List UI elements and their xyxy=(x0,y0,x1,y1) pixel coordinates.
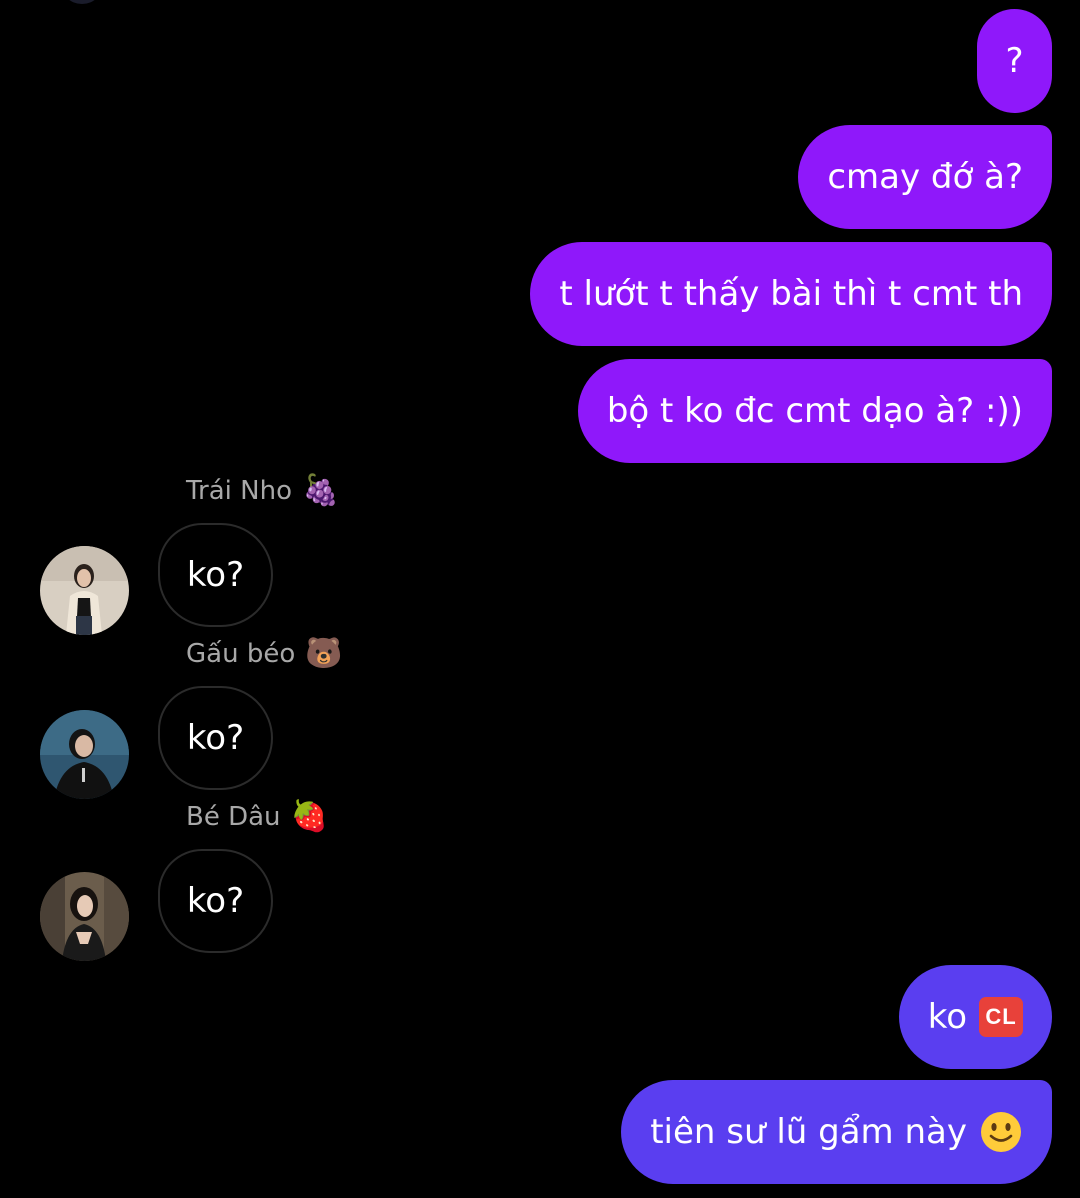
message-text: tiên sư lũ gẩm này xyxy=(650,1112,967,1152)
outgoing-message[interactable]: ko CL xyxy=(898,965,1052,1069)
avatar[interactable] xyxy=(40,872,129,961)
sender-name: Bé Dâu 🍓 xyxy=(186,799,328,834)
grapes-icon: 🍇 xyxy=(302,473,340,508)
slightly-smiling-face-icon xyxy=(979,1110,1023,1154)
outgoing-message[interactable]: t lướt t thấy bài thì t cmt th xyxy=(530,242,1052,346)
message-text: ko xyxy=(927,997,967,1037)
message-text: bộ t ko đc cmt dạo à? :)) xyxy=(606,391,1023,431)
previous-avatar xyxy=(60,0,104,4)
message-text: cmay đớ à? xyxy=(827,157,1023,197)
bear-icon: 🐻 xyxy=(305,636,343,671)
incoming-message[interactable]: ko? xyxy=(158,523,273,627)
message-text: ko? xyxy=(186,555,245,595)
strawberry-icon: 🍓 xyxy=(290,799,328,834)
avatar[interactable] xyxy=(40,710,129,799)
message-text: ? xyxy=(1005,41,1024,81)
sender-name: Gấu béo 🐻 xyxy=(186,636,343,671)
outgoing-message[interactable]: tiên sư lũ gẩm này xyxy=(621,1080,1052,1184)
message-text: ko? xyxy=(186,881,245,921)
sender-name: Trái Nho 🍇 xyxy=(186,473,340,508)
avatar[interactable] xyxy=(40,546,129,635)
incoming-message[interactable]: ko? xyxy=(158,686,273,790)
message-text: ko? xyxy=(186,718,245,758)
cl-button-icon: CL xyxy=(979,997,1023,1037)
message-text: t lướt t thấy bài thì t cmt th xyxy=(559,274,1023,314)
outgoing-message[interactable]: ? xyxy=(977,9,1052,113)
outgoing-message[interactable]: bộ t ko đc cmt dạo à? :)) xyxy=(577,359,1052,463)
incoming-message[interactable]: ko? xyxy=(158,849,273,953)
outgoing-message[interactable]: cmay đớ à? xyxy=(798,125,1052,229)
